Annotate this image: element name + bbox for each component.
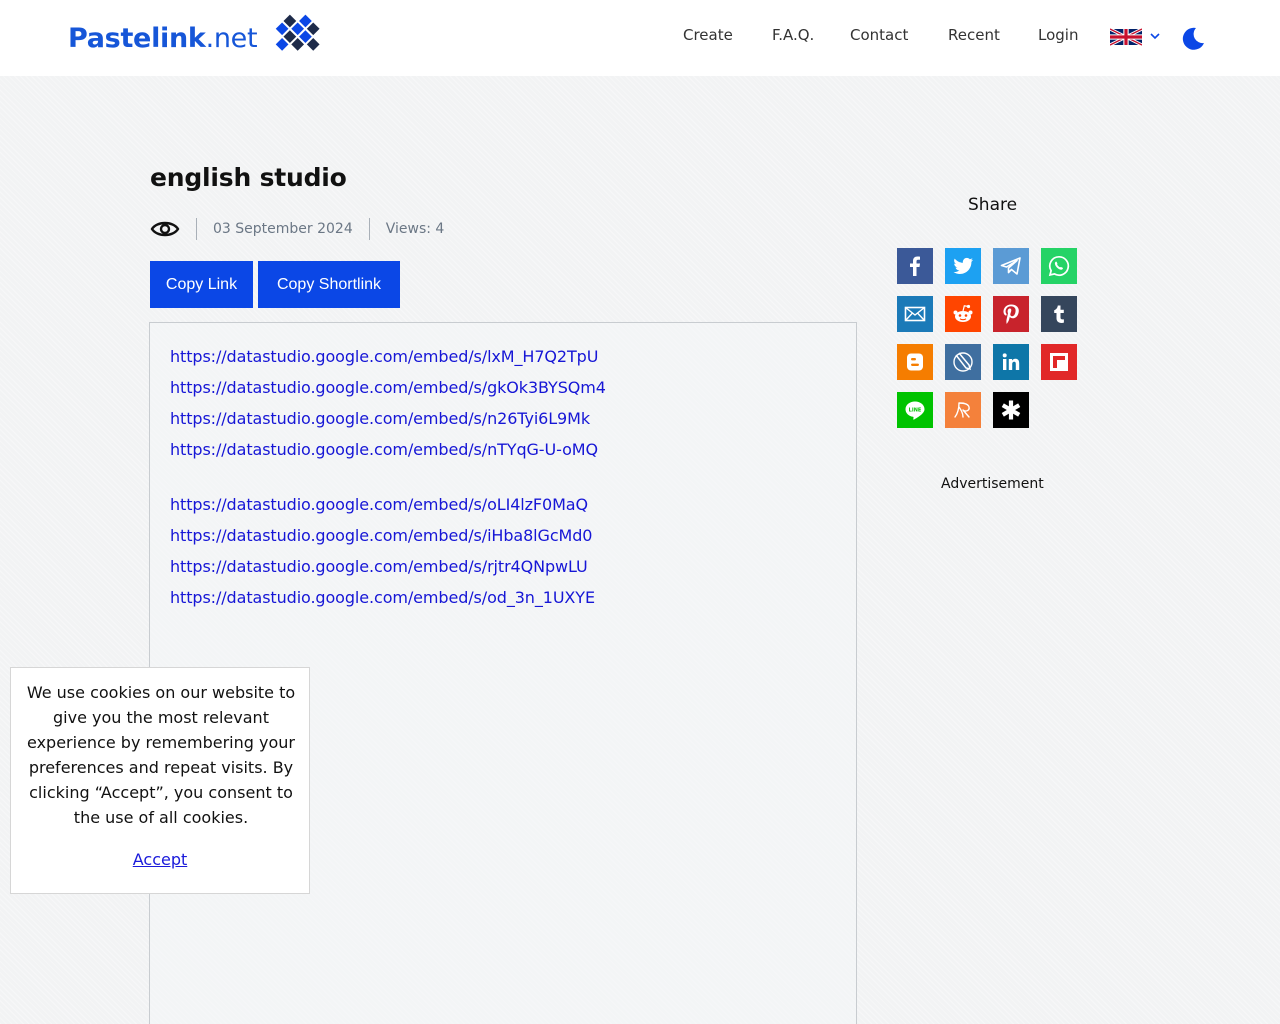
share-whatsapp-button[interactable] [1041, 248, 1077, 284]
share-linkedin-button[interactable] [993, 344, 1029, 380]
asterisk-icon [1001, 400, 1021, 420]
tumblr-icon [1054, 305, 1064, 323]
paste-link[interactable]: https://datastudio.google.com/embed/s/gk… [170, 378, 606, 397]
paste-meta: 03 September 2024 Views: 4 [150, 215, 444, 243]
paste-views: Views: 4 [385, 221, 445, 237]
share-email-button[interactable] [897, 296, 933, 332]
share-telegram-button[interactable] [993, 248, 1029, 284]
paste-date: 03 September 2024 [213, 221, 353, 237]
paste-link[interactable]: https://datastudio.google.com/embed/s/rj… [170, 557, 588, 576]
copy-shortlink-button[interactable]: Copy Shortlink [258, 261, 400, 308]
facebook-icon [910, 256, 920, 276]
cookie-text: We use cookies on our website to give yo… [26, 683, 296, 827]
site-header: Pastelink.net Create F.A.Q. Contact Rece… [0, 0, 1280, 76]
divider [368, 218, 370, 240]
paste-link[interactable]: https://datastudio.google.com/embed/s/n2… [170, 409, 590, 428]
cookie-banner: We use cookies on our website to give yo… [10, 667, 310, 894]
divider [196, 218, 197, 240]
paste-link[interactable]: https://datastudio.google.com/embed/s/od… [170, 588, 595, 607]
share-facebook-button[interactable] [897, 248, 933, 284]
moon-icon[interactable] [1180, 25, 1206, 51]
paste-link[interactable]: https://datastudio.google.com/embed/s/lx… [170, 347, 598, 366]
share-twitter-button[interactable] [945, 248, 981, 284]
logo[interactable]: Pastelink.net [68, 10, 320, 66]
paste-link[interactable]: https://datastudio.google.com/embed/s/nT… [170, 440, 598, 459]
uk-flag-icon[interactable] [1110, 28, 1142, 46]
share-pinterest-button[interactable] [993, 296, 1029, 332]
share-livejournal-button[interactable] [945, 344, 981, 380]
share-flipboard-button[interactable] [1041, 344, 1077, 380]
paste-link[interactable]: https://datastudio.google.com/embed/s/iH… [170, 526, 592, 545]
telegram-icon [1000, 257, 1021, 275]
page-title: english studio [150, 163, 347, 192]
paste-link[interactable]: https://datastudio.google.com/embed/s/oL… [170, 495, 588, 514]
flipboard-icon [1050, 353, 1068, 371]
share-reddit-button[interactable] [945, 296, 981, 332]
logo-text: Pastelink.net [68, 22, 258, 54]
share-tumblr-button[interactable] [1041, 296, 1077, 332]
copy-link-button[interactable]: Copy Link [150, 261, 253, 308]
share-line-button[interactable]: LINE [897, 392, 933, 428]
whatsapp-icon [1048, 255, 1070, 277]
nav-login[interactable]: Login [1038, 26, 1078, 44]
advertisement-label: Advertisement [941, 476, 1044, 492]
svg-text:LINE: LINE [909, 407, 922, 413]
nav-faq[interactable]: F.A.Q. [772, 26, 814, 44]
share-title: Share [968, 195, 1018, 215]
nav-recent[interactable]: Recent [948, 26, 1000, 44]
twitter-icon [953, 257, 973, 274]
blogger-icon [907, 353, 923, 371]
nav-create[interactable]: Create [683, 26, 733, 44]
linkedin-icon [1002, 353, 1020, 370]
line-icon: LINE [905, 401, 925, 420]
email-icon [904, 306, 926, 322]
renren-icon [954, 402, 970, 418]
reddit-icon [953, 304, 973, 322]
eye-icon [150, 221, 180, 237]
pinterest-icon [1003, 304, 1019, 324]
share-blogger-button[interactable] [897, 344, 933, 380]
share-renren-button[interactable] [945, 392, 981, 428]
logo-mark-icon [275, 14, 320, 51]
chevron-down-icon[interactable] [1149, 30, 1161, 42]
livejournal-icon [953, 352, 973, 372]
cookie-accept-link[interactable]: Accept [11, 850, 309, 869]
nav-contact[interactable]: Contact [850, 26, 908, 44]
share-delicious-button[interactable] [993, 392, 1029, 428]
